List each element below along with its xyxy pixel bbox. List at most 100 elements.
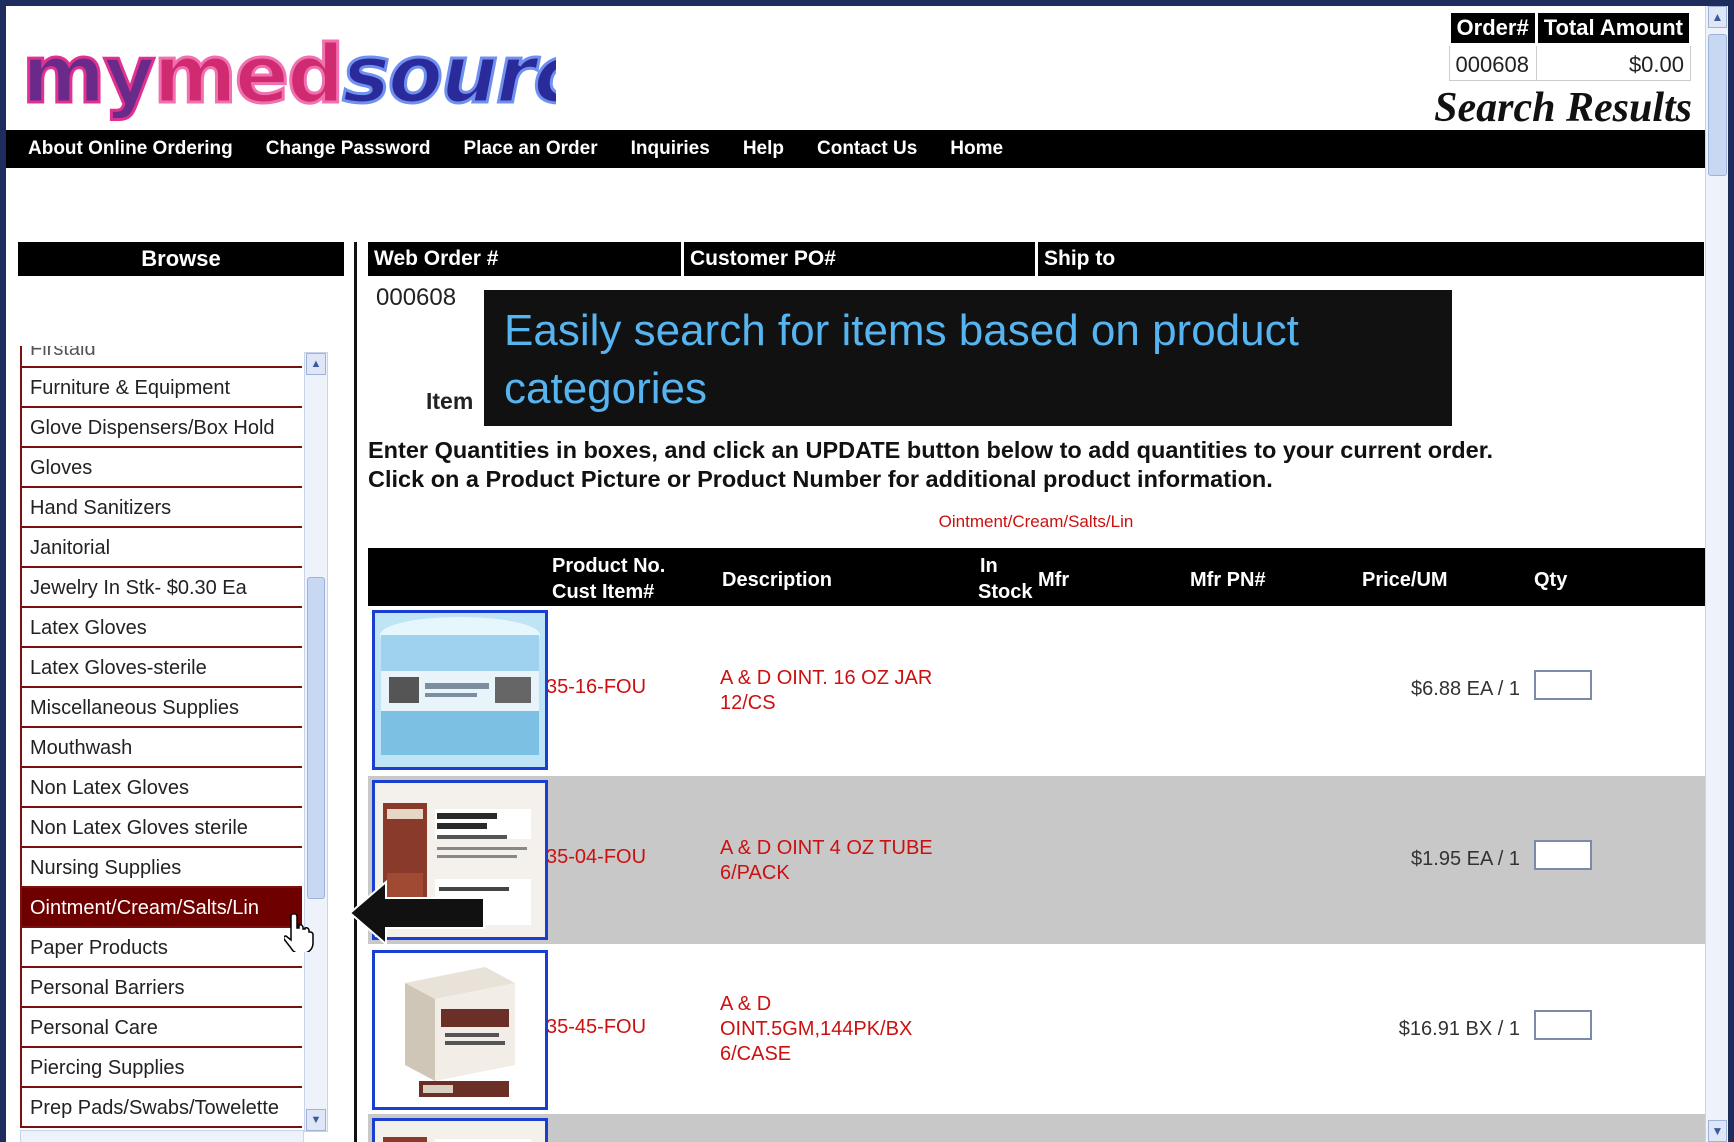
description-line: A & D [720, 993, 772, 1015]
order-info-header: Web Order # Customer PO# Ship to [368, 242, 1704, 276]
product-row: 35-45-FOU A & D OINT.5GM,144PK/BX 6/CASE… [368, 946, 1706, 1114]
product-description[interactable]: A & D OINT.5GM,144PK/BX 6/CASE [720, 992, 1020, 1067]
scroll-up-icon[interactable]: ▲ [1708, 6, 1727, 28]
page-scroll-thumb[interactable] [1708, 34, 1727, 176]
nav-place-an-order[interactable]: Place an Order [464, 138, 598, 160]
browser-viewport: mymedsource mymedsource Order# Total Amo… [6, 6, 1728, 1142]
ointment-packets-box-picture [375, 953, 545, 1107]
description-line: 6/PACK [720, 862, 790, 884]
nav-change-password[interactable]: Change Password [266, 138, 431, 160]
category-item[interactable]: Non Latex Gloves sterile [20, 808, 302, 848]
col-stock: Stock [978, 581, 1033, 603]
nav-about-online-ordering[interactable]: About Online Ordering [28, 138, 233, 160]
tutorial-callout: Easily search for items based on product… [484, 290, 1452, 426]
category-item[interactable]: Nursing Supplies [20, 848, 302, 888]
web-order-value: 000608 [376, 284, 457, 311]
sidebar-divider [354, 242, 357, 1142]
description-line: 12/CS [720, 692, 776, 714]
total-amount-value: $0.00 [1535, 44, 1692, 81]
category-item[interactable]: Miscellaneous Supplies [20, 688, 302, 728]
category-item[interactable]: Hand Sanitizers [20, 488, 302, 528]
category-item[interactable]: Glove Dispensers/Box Hold [20, 408, 302, 448]
product-row: 35-04-FOU A & D OINT 4 OZ TUBE 6/PACK $1… [368, 776, 1706, 944]
category-crumb[interactable]: Ointment/Cream/Salts/Lin [366, 512, 1706, 532]
category-item[interactable]: Gloves [20, 448, 302, 488]
description-line: A & D OINT 4 OZ TUBE [720, 837, 933, 859]
svg-text:mymedsource: mymedsource [22, 28, 556, 121]
category-item[interactable]: Mouthwash [20, 728, 302, 768]
price-um: $16.91 BX / 1 [1398, 1018, 1520, 1040]
category-scrollbar[interactable]: ▲ ▼ [304, 352, 328, 1132]
scroll-down-icon[interactable]: ▼ [1708, 1120, 1727, 1142]
category-item[interactable]: Latex Gloves [20, 608, 302, 648]
instructions: Enter Quantities in boxes, and click an … [368, 436, 1698, 494]
page-title: Search Results [1434, 85, 1692, 131]
product-image[interactable] [372, 610, 548, 770]
category-item[interactable]: Jewelry In Stk- $0.30 Ea [20, 568, 302, 608]
category-item[interactable]: Latex Gloves-sterile [20, 648, 302, 688]
nav-inquiries[interactable]: Inquiries [631, 138, 710, 160]
product-number-link[interactable]: 35-04-FOU [546, 846, 646, 869]
price-um: $6.88 EA / 1 [1411, 678, 1520, 700]
category-item[interactable]: Personal Care [20, 1008, 302, 1048]
product-image[interactable] [372, 1118, 548, 1142]
browse-title: Browse [18, 242, 344, 276]
left-arrow-icon [348, 879, 485, 947]
scroll-down-icon[interactable]: ▼ [306, 1109, 326, 1131]
description-line: 6/CASE [720, 1043, 792, 1065]
results-header: Product No. Cust Item# Description In St… [368, 548, 1706, 606]
item-label: Item [426, 388, 474, 414]
category-item[interactable]: Piercing Supplies [20, 1048, 302, 1088]
col-mfr: Mfr [1038, 569, 1070, 591]
product-number-link[interactable]: 35-16-FOU [546, 676, 646, 699]
category-item[interactable]: Janitorial [20, 528, 302, 568]
nav-home[interactable]: Home [950, 138, 1003, 160]
qty-input[interactable] [1534, 1010, 1592, 1040]
qty-input[interactable] [1534, 670, 1592, 700]
description-line: A & D OINT. 16 OZ JAR [720, 667, 933, 689]
category-item[interactable]: Furniture & Equipment [20, 368, 302, 408]
main-nav: About Online Ordering Change Password Pl… [6, 130, 1708, 168]
col-cust-item: Cust Item# [552, 581, 655, 603]
description-line: OINT.5GM,144PK/BX [720, 1018, 913, 1040]
order-summary: Order# Total Amount 000608 $0.00 [1447, 10, 1693, 81]
category-item[interactable]: Paper Products [20, 928, 302, 968]
product-picture-partial [375, 1121, 545, 1142]
col-qty: Qty [1534, 569, 1568, 591]
col-price-um: Price/UM [1362, 569, 1448, 591]
instructions-line-1: Enter Quantities in boxes, and click an … [368, 437, 1494, 463]
col-in: In [980, 555, 998, 577]
category-horizontal-scrollbar[interactable] [20, 1130, 304, 1142]
category-item-partial[interactable]: Firstaid [20, 346, 302, 368]
product-description[interactable]: A & D OINT. 16 OZ JAR 12/CS [720, 666, 1020, 716]
category-list[interactable]: Firstaid Furniture & Equipment Glove Dis… [20, 346, 302, 1136]
product-row: 35-16-FOU A & D OINT. 16 OZ JAR 12/CS $6… [368, 606, 1706, 774]
product-row-partial [368, 1114, 1706, 1142]
category-item[interactable]: Personal Barriers [20, 968, 302, 1008]
scroll-up-icon[interactable]: ▲ [306, 353, 326, 375]
price-um: $1.95 EA / 1 [1411, 848, 1520, 870]
product-image[interactable] [372, 950, 548, 1110]
mymedsource-logo[interactable]: mymedsource [16, 14, 557, 124]
col-product-no: Product No. [552, 555, 666, 577]
nav-help[interactable]: Help [743, 138, 784, 160]
order-number-value: 000608 [1448, 44, 1537, 81]
col-web-order: Web Order # [368, 242, 684, 276]
order-number-label: Order# [1447, 10, 1538, 46]
col-customer-po: Customer PO# [684, 242, 1038, 276]
product-description[interactable]: A & D OINT 4 OZ TUBE 6/PACK [720, 836, 1020, 886]
category-item[interactable]: Non Latex Gloves [20, 768, 302, 808]
col-ship-to: Ship to [1044, 247, 1116, 270]
category-item[interactable]: Prep Pads/Swabs/Towelette [20, 1088, 302, 1128]
category-item-selected[interactable]: Ointment/Cream/Salts/Lin [20, 888, 302, 928]
total-amount-label: Total Amount [1534, 10, 1693, 46]
nav-contact-us[interactable]: Contact Us [817, 138, 917, 160]
product-number-link[interactable]: 35-45-FOU [546, 1016, 646, 1039]
col-description: Description [722, 569, 833, 591]
col-mfr-pn: Mfr PN# [1190, 569, 1266, 591]
hand-cursor-icon [284, 913, 314, 952]
instructions-line-2: Click on a Product Picture or Product Nu… [368, 466, 1273, 492]
category-scroll-thumb[interactable] [307, 577, 325, 899]
page-scrollbar[interactable]: ▲ ▼ [1705, 6, 1728, 1142]
qty-input[interactable] [1534, 840, 1592, 870]
